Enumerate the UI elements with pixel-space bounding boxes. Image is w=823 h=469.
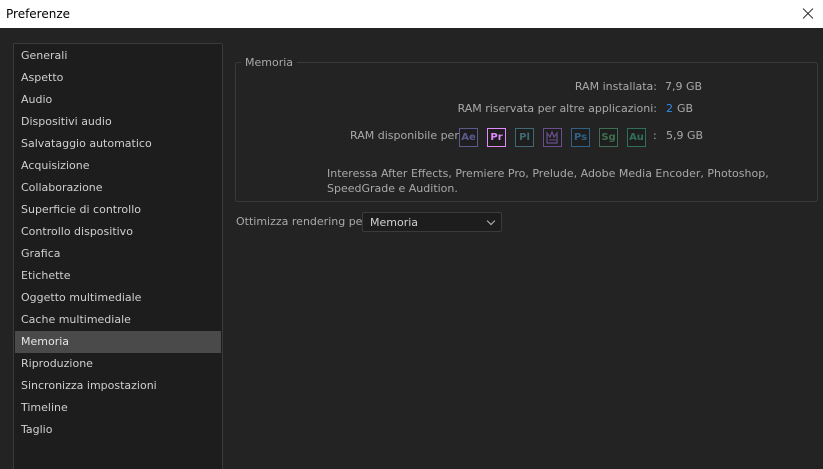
speedgrade-icon: Sg — [599, 128, 618, 147]
sidebar-item-etichette[interactable]: Etichette — [15, 265, 221, 287]
ram-available-separator: : — [653, 129, 657, 142]
sidebar-item-acquisizione[interactable]: Acquisizione — [15, 155, 221, 177]
sidebar-item-oggetto-multimediale[interactable]: Oggetto multimediale — [15, 287, 221, 309]
render-optimize-label: Ottimizza rendering per: — [236, 215, 371, 228]
media-encoder-icon — [543, 128, 562, 147]
sidebar-item-memoria[interactable]: Memoria — [15, 331, 221, 353]
photoshop-icon: Ps — [571, 128, 590, 147]
sidebar-item-collaborazione[interactable]: Collaborazione — [15, 177, 221, 199]
ram-installed-label: RAM installata: — [574, 80, 657, 93]
prelude-icon: Pl — [515, 128, 534, 147]
sidebar-item-aspetto[interactable]: Aspetto — [15, 67, 221, 89]
title-bar: Preferenze — [0, 0, 823, 28]
ram-reserved-value[interactable]: 2 — [666, 102, 673, 115]
media-encoder-glyph — [546, 130, 558, 144]
sidebar-item-salvataggio-automatico[interactable]: Salvataggio automatico — [15, 133, 221, 155]
sidebar-item-generali[interactable]: Generali — [15, 45, 221, 67]
window-title: Preferenze — [6, 7, 71, 21]
preferences-sidebar: Generali Aspetto Audio Dispositivi audio… — [13, 43, 223, 469]
memory-group-title: Memoria — [241, 56, 298, 69]
render-optimize-dropdown[interactable]: Memoria — [362, 212, 502, 232]
ram-reserved-unit: GB — [677, 102, 694, 115]
after-effects-icon: Ae — [459, 128, 478, 147]
sidebar-item-audio[interactable]: Audio — [15, 89, 221, 111]
chevron-down-icon — [486, 216, 496, 226]
sidebar-item-riproduzione[interactable]: Riproduzione — [15, 353, 221, 375]
sidebar-item-sincronizza-impostazioni[interactable]: Sincronizza impostazioni — [15, 375, 221, 397]
sidebar-item-timeline[interactable]: Timeline — [15, 397, 221, 419]
sidebar-item-dispositivi-audio[interactable]: Dispositivi audio — [15, 111, 221, 133]
render-optimize-value: Memoria — [370, 216, 419, 229]
sidebar-item-taglio[interactable]: Taglio — [15, 419, 221, 441]
ram-available-label: RAM disponibile per — [350, 129, 459, 142]
ram-available-value: 5,9 GB — [666, 129, 704, 142]
memory-description: Interessa After Effects, Premiere Pro, P… — [327, 167, 769, 195]
sidebar-item-grafica[interactable]: Grafica — [15, 243, 221, 265]
ram-reserved-label: RAM riservata per altre applicazioni: — [457, 102, 657, 115]
premiere-pro-icon: Pr — [487, 128, 506, 147]
close-icon[interactable] — [793, 0, 823, 28]
sidebar-item-cache-multimediale[interactable]: Cache multimediale — [15, 309, 221, 331]
sidebar-item-controllo-dispositivo[interactable]: Controllo dispositivo — [15, 221, 221, 243]
sidebar-item-superficie-di-controllo[interactable]: Superficie di controllo — [15, 199, 221, 221]
ram-installed-value: 7,9 GB — [665, 80, 703, 93]
audition-icon: Au — [627, 128, 646, 147]
